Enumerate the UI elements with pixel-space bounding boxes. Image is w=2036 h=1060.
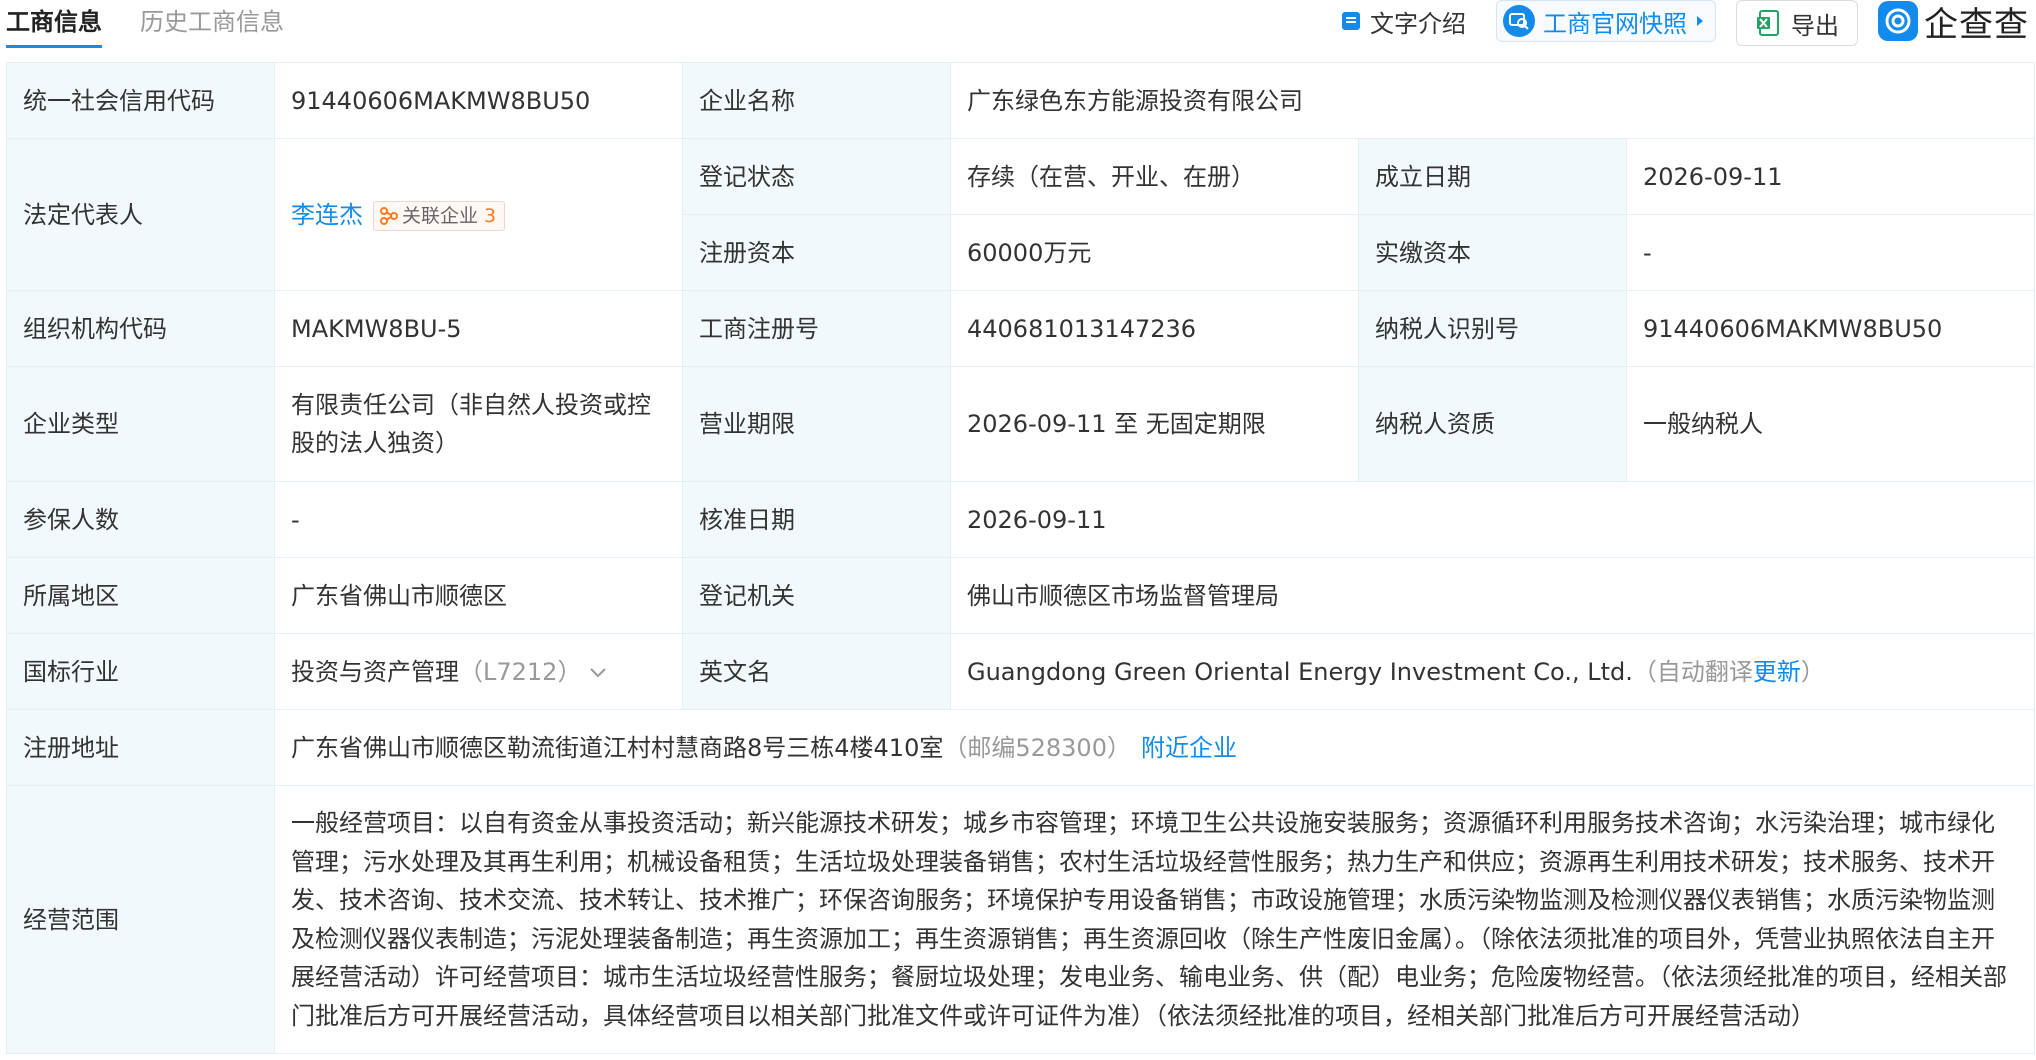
qcc-logo-icon	[1878, 1, 1918, 41]
chevron-down-icon[interactable]	[589, 667, 607, 679]
text-intro-button[interactable]: 文字介绍	[1340, 0, 1466, 42]
legal-rep-cell: 李连杰 关联企业 3	[274, 138, 683, 291]
related-companies-label: 关联企业	[402, 204, 479, 227]
export-label: 导出	[1791, 11, 1839, 40]
reg-status-value: 存续（在营、开业、在册）	[950, 138, 1359, 215]
tab-history-business-info[interactable]: 历史工商信息	[140, 6, 284, 38]
reg-capital-label: 注册资本	[682, 214, 951, 291]
table-row: 所属地区 广东省佛山市顺德区 登记机关 佛山市顺德区市场监督管理局	[6, 557, 2035, 634]
english-name-cell: Guangdong Green Oriental Energy Investme…	[950, 633, 2035, 710]
authority-label: 登记机关	[682, 557, 951, 634]
table-row: 组织机构代码 MAKMW8BU-5 工商注册号 440681013147236 …	[6, 290, 2035, 367]
legal-rep-name-link[interactable]: 李连杰	[291, 201, 363, 229]
approval-date-value: 2026-09-11	[950, 481, 2035, 558]
reg-number-label: 工商注册号	[682, 290, 951, 367]
address-cell: 广东省佛山市顺德区勒流街道江村村慧商路8号三栋4楼410室（邮编528300） 附…	[274, 709, 2035, 786]
company-name-label: 企业名称	[682, 62, 951, 139]
address-label: 注册地址	[6, 709, 275, 786]
update-translation-link[interactable]: 更新	[1753, 658, 1801, 686]
company-name-value: 广东绿色东方能源投资有限公司	[950, 62, 2035, 139]
tab-business-info[interactable]: 工商信息	[6, 6, 102, 48]
reg-number-value: 440681013147236	[950, 290, 1359, 367]
scope-value: 一般经营项目：以自有资金从事投资活动；新兴能源技术研发；城乡市容管理；环境卫生公…	[274, 785, 2035, 1054]
address-postcode: （邮编528300）	[943, 733, 1131, 762]
scope-label: 经营范围	[6, 785, 275, 1054]
taxpayer-id-value: 91440606MAKMW8BU50	[1626, 290, 2035, 367]
business-info-panel: 工商信息 历史工商信息 文字介绍 工商官网快照 导出 企查查 统一社会信用代码 …	[0, 0, 2036, 1060]
authority-value: 佛山市顺德区市场监督管理局	[950, 557, 2035, 634]
paid-capital-value: -	[1626, 214, 2035, 291]
network-icon	[380, 206, 398, 225]
english-name-label: 英文名	[682, 633, 951, 710]
region-label: 所属地区	[6, 557, 275, 634]
reg-capital-value: 60000万元	[950, 214, 1359, 291]
snapshot-icon	[1503, 5, 1535, 37]
business-info-table: 统一社会信用代码 91440606MAKMW8BU50 企业名称 广东绿色东方能…	[6, 62, 2035, 1054]
business-term-value: 2026-09-11 至 无固定期限	[950, 366, 1359, 482]
official-snapshot-button[interactable]: 工商官网快照	[1496, 0, 1716, 42]
text-intro-label: 文字介绍	[1370, 9, 1466, 38]
org-code-label: 组织机构代码	[6, 290, 275, 367]
table-row: 经营范围 一般经营项目：以自有资金从事投资活动；新兴能源技术研发；城乡市容管理；…	[6, 785, 2035, 1054]
table-row: 国标行业 投资与资产管理（L7212） 英文名 Guangdong Green …	[6, 633, 2035, 710]
industry-code: （L7212）	[459, 657, 582, 686]
industry-cell[interactable]: 投资与资产管理（L7212）	[274, 633, 683, 710]
related-companies-count: 3	[484, 204, 497, 227]
est-date-label: 成立日期	[1358, 138, 1627, 215]
table-row: 参保人数 - 核准日期 2026-09-11	[6, 481, 2035, 558]
auto-translate-note-close: ）	[1800, 657, 1825, 686]
taxpayer-qual-value: 一般纳税人	[1626, 366, 2035, 482]
table-row: 法定代表人 李连杰 关联企业 3 登记状态 存续（在营、开业、在册） 成立日期 20…	[6, 138, 2035, 291]
english-name-value: Guangdong Green Oriental Energy Investme…	[967, 657, 1633, 686]
insured-label: 参保人数	[6, 481, 275, 558]
insured-value: -	[274, 481, 683, 558]
credit-code-value: 91440606MAKMW8BU50	[274, 62, 683, 139]
snapshot-label: 工商官网快照	[1543, 9, 1687, 38]
company-type-label: 企业类型	[6, 366, 275, 482]
table-row: 注册地址 广东省佛山市顺德区勒流街道江村村慧商路8号三栋4楼410室（邮编528…	[6, 709, 2035, 786]
table-row: 统一社会信用代码 91440606MAKMW8BU50 企业名称 广东绿色东方能…	[6, 62, 2035, 139]
nearby-companies-link[interactable]: 附近企业	[1141, 734, 1237, 762]
related-companies-badge[interactable]: 关联企业 3	[373, 200, 506, 231]
business-term-label: 营业期限	[682, 366, 951, 482]
region-value: 广东省佛山市顺德区	[274, 557, 683, 634]
legal-rep-label: 法定代表人	[6, 138, 275, 291]
industry-value: 投资与资产管理	[291, 657, 459, 686]
table-row: 企业类型 有限责任公司（非自然人投资或控股的法人独资） 营业期限 2026-09…	[6, 366, 2035, 482]
reg-status-label: 登记状态	[682, 138, 951, 215]
caret-right-icon	[1697, 16, 1703, 26]
approval-date-label: 核准日期	[682, 481, 951, 558]
top-bar: 工商信息 历史工商信息 文字介绍 工商官网快照 导出 企查查	[0, 0, 2036, 48]
taxpayer-qual-label: 纳税人资质	[1358, 366, 1627, 482]
taxpayer-id-label: 纳税人识别号	[1358, 290, 1627, 367]
org-code-value: MAKMW8BU-5	[274, 290, 683, 367]
industry-label: 国标行业	[6, 633, 275, 710]
est-date-value: 2026-09-11	[1626, 138, 2035, 215]
credit-code-label: 统一社会信用代码	[6, 62, 275, 139]
company-type-value: 有限责任公司（非自然人投资或控股的法人独资）	[274, 366, 683, 482]
export-button[interactable]: 导出	[1736, 0, 1858, 46]
address-value: 广东省佛山市顺德区勒流街道江村村慧商路8号三栋4楼410室	[291, 733, 944, 762]
qcc-logo: 企查查	[1878, 0, 2029, 45]
paid-capital-label: 实缴资本	[1358, 214, 1627, 291]
document-icon	[1342, 12, 1360, 30]
excel-icon	[1757, 10, 1779, 36]
qcc-logo-text: 企查查	[1924, 4, 2029, 45]
auto-translate-note: （自动翻译	[1632, 657, 1753, 686]
